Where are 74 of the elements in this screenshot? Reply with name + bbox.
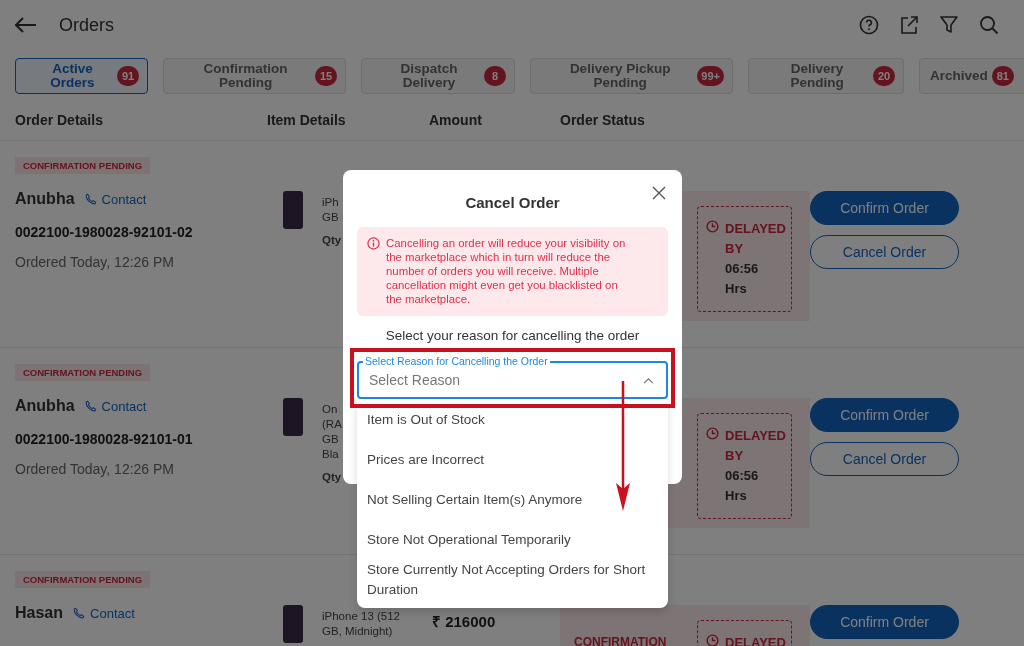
status-tab[interactable]: Active Orders 91 bbox=[15, 58, 148, 94]
column-heading: Order Status bbox=[560, 112, 646, 130]
clock-icon bbox=[706, 220, 719, 233]
phone-icon bbox=[84, 193, 97, 205]
chevron-icon bbox=[643, 376, 654, 384]
column-heading: Order Details bbox=[15, 112, 104, 130]
customer-name: Hasan bbox=[15, 604, 64, 622]
phone-icon bbox=[84, 400, 97, 412]
order-id: 0022100-1980028-92101-01 bbox=[15, 431, 193, 447]
search-icon[interactable] bbox=[979, 15, 999, 35]
clock-icon bbox=[706, 634, 719, 646]
customer-name: Anubha bbox=[15, 190, 75, 208]
status-tab[interactable]: Archived 81 bbox=[919, 58, 1024, 94]
status-tag: CONFIRMATION PENDING bbox=[15, 364, 151, 381]
status-tab[interactable]: Delivery Pickup Pending 99+ bbox=[530, 58, 733, 94]
status-tab[interactable]: Dispatch Delivery 8 bbox=[361, 58, 515, 94]
item-name: GB bbox=[322, 210, 339, 225]
contact-link[interactable]: Contact bbox=[84, 191, 147, 207]
close-icon[interactable] bbox=[652, 186, 666, 200]
reason-option[interactable]: Prices are Incorrect bbox=[367, 450, 658, 490]
confirm-order-button[interactable]: Confirm Order bbox=[810, 605, 959, 639]
reason-option[interactable]: Not Selling Certain Item(s) Anymore bbox=[367, 490, 658, 530]
confirm-order-button[interactable]: Confirm Order bbox=[810, 191, 959, 225]
item-name: (RA bbox=[322, 417, 342, 432]
contact-link[interactable]: Contact bbox=[73, 605, 135, 621]
contact-link[interactable]: Contact bbox=[84, 398, 147, 414]
order-date: Ordered Today, 12:26 PM bbox=[15, 254, 175, 270]
reason-prompt: Select your reason for cancelling the order bbox=[384, 328, 641, 343]
customer-name: Anubha bbox=[15, 397, 75, 415]
count-badge: 91 bbox=[117, 66, 139, 86]
info-icon bbox=[367, 237, 380, 250]
quantity-label: Qty bbox=[322, 233, 342, 248]
page-title: Orders bbox=[59, 14, 114, 36]
item-name: GB bbox=[322, 432, 339, 447]
delay-time: 06:56 Hrs bbox=[725, 467, 760, 505]
amount: ₹ 216000 bbox=[432, 613, 496, 630]
reason-option[interactable]: Item is Out of Stock bbox=[367, 410, 658, 450]
reason-option[interactable]: Store Currently Not Accepting Orders for Short Duration bbox=[367, 560, 658, 600]
item-name: On bbox=[322, 402, 338, 417]
back-arrow-icon[interactable] bbox=[15, 17, 37, 33]
order-id: 0022100-1980028-92101-02 bbox=[15, 224, 193, 240]
count-badge: 20 bbox=[873, 66, 895, 86]
status-label: CONFIRMATION bbox=[574, 635, 667, 646]
share-icon[interactable] bbox=[899, 15, 919, 35]
help-icon[interactable] bbox=[859, 15, 879, 35]
item-name: GB, Midnight) bbox=[322, 624, 393, 639]
delay-time: 06:56 Hrs bbox=[725, 260, 760, 298]
column-heading: Item Details bbox=[267, 112, 347, 130]
item-name: iPhone 13 (512 bbox=[322, 609, 400, 624]
confirm-order-button[interactable]: Confirm Order bbox=[810, 398, 959, 432]
item-name: iPh bbox=[322, 195, 339, 210]
phone-icon bbox=[73, 607, 86, 619]
reason-option[interactable]: Store Not Operational Temporarily bbox=[367, 530, 658, 560]
clock-icon bbox=[706, 427, 719, 440]
count-badge: 15 bbox=[315, 66, 337, 86]
photo-placeholder bbox=[283, 398, 303, 436]
count-badge: 99+ bbox=[697, 66, 724, 86]
status-tab[interactable]: Delivery Pending 20 bbox=[748, 58, 904, 94]
column-heading: Amount bbox=[429, 112, 483, 130]
item-name: Bla bbox=[322, 447, 339, 462]
count-badge: 8 bbox=[484, 66, 506, 86]
status-tab[interactable]: Confirmation Pending 15 bbox=[163, 58, 346, 94]
warning-text: Cancelling an order will reduce your visibility on the marketplace which in turn will reduce the number of orders you will receive. Multiple cancellation might even get you blacklisted on the marketplace. bbox=[386, 236, 627, 306]
order-date: Ordered Today, 12:26 PM bbox=[15, 461, 175, 477]
count-badge: 81 bbox=[991, 66, 1014, 86]
status-tag: CONFIRMATION PENDING bbox=[15, 157, 151, 174]
photo-placeholder bbox=[283, 191, 303, 229]
quantity-label: Qty bbox=[322, 470, 342, 485]
cancel-order-button[interactable]: Cancel Order bbox=[810, 235, 959, 269]
photo-placeholder bbox=[283, 605, 303, 643]
cancel-order-button[interactable]: Cancel Order bbox=[810, 442, 959, 476]
dialog-title: Cancel Order bbox=[465, 194, 560, 211]
status-tag: CONFIRMATION PENDING bbox=[15, 571, 151, 588]
filter-icon[interactable] bbox=[939, 15, 959, 35]
